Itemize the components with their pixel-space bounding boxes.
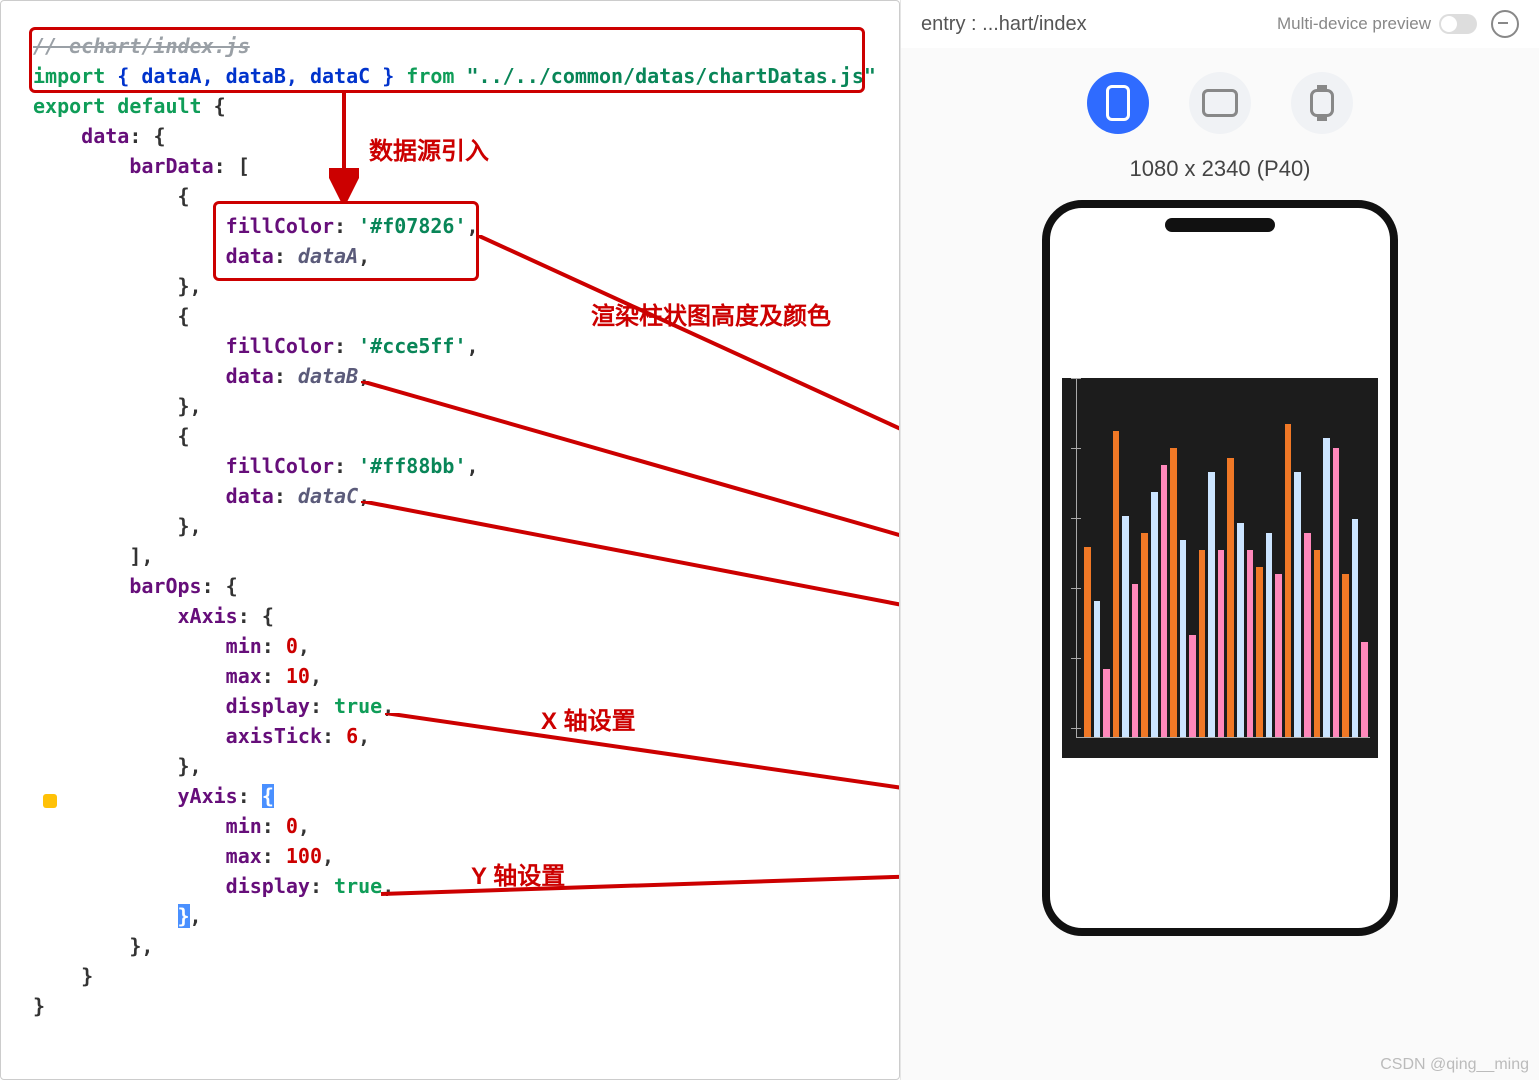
x-axis [1076,737,1370,738]
bar [1227,458,1234,737]
device-selector [901,72,1539,134]
resolution-label: 1080 x 2340 (P40) [901,156,1539,182]
device-phone-button[interactable] [1087,72,1149,134]
annotation-data-source: 数据源引入 [369,131,489,166]
bar [1352,519,1359,737]
bar [1151,492,1158,737]
bar [1208,472,1215,737]
y-tick [1071,378,1081,379]
bar [1323,438,1330,737]
bar [1094,601,1101,737]
code-comment: // echart/index.js [33,34,250,58]
entry-label: entry : ...hart/index [921,13,1263,36]
annotation-x-axis: X 轴设置 [541,701,636,736]
bar [1256,567,1263,737]
bar [1218,550,1225,737]
bar [1180,540,1187,737]
bar [1285,424,1292,737]
bar [1314,550,1321,737]
bar [1247,550,1254,737]
annotation-y-axis: Y 轴设置 [471,856,565,891]
bar [1294,472,1301,737]
bar [1199,550,1206,737]
device-tv-button[interactable] [1189,72,1251,134]
device-watch-button[interactable] [1291,72,1353,134]
y-tick [1071,588,1081,589]
bar [1170,448,1177,737]
bar [1304,533,1311,737]
watermark: CSDN @qing__ming [1380,1056,1529,1074]
y-tick [1071,658,1081,659]
bars-group [1084,388,1368,737]
bar [1161,465,1168,737]
y-tick [1071,448,1081,449]
lightbulb-icon[interactable] [43,794,57,808]
bar [1141,533,1148,737]
bar [1189,635,1196,737]
watch-icon [1310,89,1334,117]
bar [1342,574,1349,737]
y-tick [1071,728,1081,729]
code-editor[interactable]: // echart/index.js import { dataA, dataB… [0,0,900,1080]
bar [1275,574,1282,737]
bar [1361,642,1368,737]
tv-icon [1202,89,1238,117]
bar [1113,431,1120,737]
device-frame [1042,200,1398,936]
bar [1132,584,1139,737]
preview-header: entry : ...hart/index Multi-device previ… [901,0,1539,48]
bar [1333,448,1340,737]
y-tick [1071,518,1081,519]
zoom-out-icon[interactable] [1491,10,1519,38]
chart-preview [1062,378,1378,758]
bar [1237,523,1244,737]
multi-device-toggle[interactable]: Multi-device preview [1277,14,1477,34]
toggle-icon[interactable] [1439,14,1477,34]
preview-panel: entry : ...hart/index Multi-device previ… [900,0,1539,1080]
bar [1084,547,1091,737]
annotation-render-bars: 渲染柱状图高度及颜色 [591,296,831,331]
bar [1122,516,1129,737]
y-axis [1076,378,1077,738]
bar [1266,533,1273,737]
phone-icon [1106,85,1130,121]
bar [1103,669,1110,737]
